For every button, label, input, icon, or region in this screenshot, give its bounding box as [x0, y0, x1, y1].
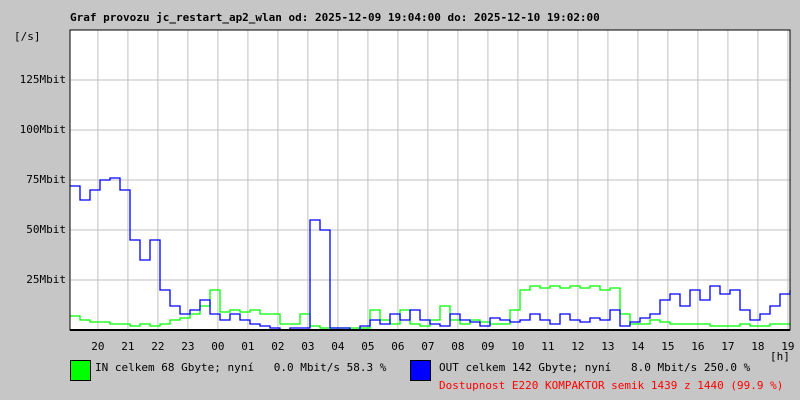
- x-tick-label: 08: [451, 340, 465, 353]
- x-tick-label: 21: [121, 340, 135, 353]
- x-tick-label: 23: [181, 340, 195, 353]
- x-tick-label: 04: [331, 340, 345, 353]
- x-tick-label: 07: [421, 340, 435, 353]
- availability-text: Dostupnost E220 KOMPAKTOR semik 1439 z 1…: [439, 379, 784, 392]
- x-tick-label: 22: [151, 340, 165, 353]
- y-tick-label: 100Mbit: [19, 123, 66, 136]
- out-legend-swatch: [410, 360, 431, 381]
- x-tick-label: 10: [511, 340, 525, 353]
- x-tick-label: 05: [361, 340, 375, 353]
- y-tick-label: 125Mbit: [19, 73, 66, 86]
- x-tick-label: 12: [571, 340, 585, 353]
- y-tick-label: 25Mbit: [26, 273, 66, 286]
- x-tick-label: 09: [481, 340, 495, 353]
- in-legend-text: IN celkem 68 Gbyte; nyní 0.0 Mbit/s 58.3…: [95, 361, 387, 374]
- x-tick-label: 01: [241, 340, 255, 353]
- x-tick-label: 03: [301, 340, 315, 353]
- x-tick-label: 15: [661, 340, 675, 353]
- y-tick-label: 75Mbit: [26, 173, 66, 186]
- y-tick-label: 50Mbit: [26, 223, 66, 236]
- out-legend-text: OUT celkem 142 Gbyte; nyní 8.0 Mbit/s 25…: [439, 361, 751, 374]
- x-tick-label: 13: [601, 340, 615, 353]
- x-tick-label: 11: [541, 340, 555, 353]
- x-tick-label: 18: [751, 340, 765, 353]
- x-tick-label: 16: [691, 340, 705, 353]
- x-axis-unit: [h]: [770, 350, 790, 363]
- x-tick-label: 06: [391, 340, 405, 353]
- x-tick-label: 17: [721, 340, 735, 353]
- x-tick-label: 00: [211, 340, 225, 353]
- x-tick-label: 02: [271, 340, 285, 353]
- in-legend-swatch: [70, 360, 91, 381]
- x-tick-label: 14: [631, 340, 645, 353]
- x-tick-label: 20: [91, 340, 105, 353]
